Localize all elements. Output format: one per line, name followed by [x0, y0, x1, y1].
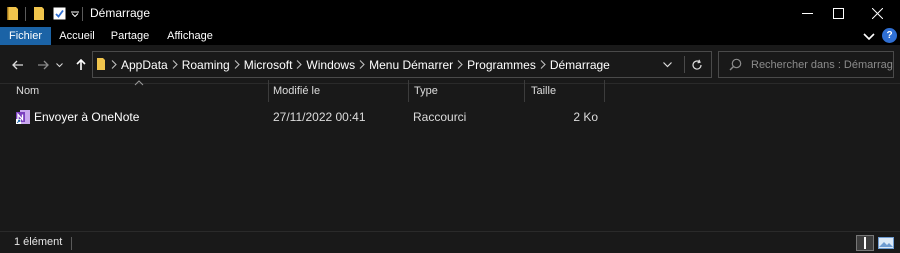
tab-partage[interactable]: Partage — [105, 27, 155, 45]
item-count: 1 élément — [14, 236, 63, 248]
recent-locations-chevron-icon[interactable] — [54, 55, 64, 75]
address-history-chevron-icon[interactable] — [657, 52, 677, 77]
ribbon-expand-icon[interactable] — [863, 30, 875, 44]
breadcrumb-item[interactable]: Roaming — [182, 58, 230, 72]
up-arrow-icon[interactable] — [71, 55, 91, 75]
forward-arrow-icon[interactable] — [33, 55, 53, 75]
status-bar: 1 élément — [0, 231, 900, 253]
breadcrumb-item[interactable]: Menu Démarrer — [369, 58, 453, 72]
folder-icon — [6, 5, 20, 22]
address-bar[interactable]: AppData Roaming Microsoft Windows Menu Démar… — [92, 51, 712, 78]
breadcrumb-chevron-icon[interactable] — [168, 52, 182, 77]
properties-icon[interactable] — [52, 5, 66, 22]
column-divider[interactable] — [524, 80, 525, 102]
tab-affichage[interactable]: Affichage — [160, 27, 220, 45]
file-name: Envoyer à OneNote — [34, 110, 140, 124]
navigation-bar: AppData Roaming Microsoft Windows Menu Démar… — [0, 45, 900, 84]
breadcrumb-item[interactable]: AppData — [121, 58, 168, 72]
breadcrumb-item[interactable]: Démarrage — [550, 58, 610, 72]
onenote-shortcut-icon — [15, 109, 31, 128]
folder-icon — [96, 57, 106, 74]
file-type: Raccourci — [413, 110, 467, 124]
breadcrumb-chevron-icon[interactable] — [107, 52, 121, 77]
ribbon-tabs: Fichier Accueil Partage Affichage ? — [0, 27, 900, 45]
customize-chevron-icon[interactable] — [70, 5, 80, 22]
large-icons-view-button[interactable] — [877, 235, 895, 251]
help-icon[interactable]: ? — [882, 28, 897, 43]
refresh-icon[interactable] — [687, 52, 707, 77]
search-box[interactable] — [718, 51, 894, 78]
breadcrumb-item[interactable]: Windows — [306, 58, 355, 72]
tab-fichier[interactable]: Fichier — [0, 27, 51, 45]
breadcrumb-chevron-icon[interactable] — [453, 52, 467, 77]
breadcrumb-item[interactable]: Programmes — [467, 58, 536, 72]
breadcrumb-chevron-icon[interactable] — [230, 52, 244, 77]
tab-accueil[interactable]: Accueil — [53, 27, 101, 45]
breadcrumb-chevron-icon[interactable] — [355, 52, 369, 77]
search-input[interactable] — [751, 52, 893, 77]
search-icon — [729, 58, 742, 74]
status-separator — [71, 237, 72, 250]
quick-access-separator — [25, 7, 26, 21]
file-row[interactable]: Envoyer à OneNote 27/11/2022 00:41 Racco… — [12, 107, 606, 127]
breadcrumb: AppData Roaming Microsoft Windows Menu Démar… — [107, 52, 610, 77]
new-folder-icon[interactable] — [32, 5, 46, 22]
column-divider[interactable] — [604, 80, 605, 102]
title-separator — [82, 7, 83, 21]
column-header-name[interactable]: Nom — [14, 80, 268, 102]
title-bar: Démarrage — [0, 0, 900, 27]
details-view-button[interactable] — [856, 235, 874, 251]
close-button[interactable] — [854, 0, 900, 27]
column-header-size[interactable]: Taille — [529, 80, 603, 102]
file-modified: 27/11/2022 00:41 — [273, 110, 366, 124]
back-arrow-icon[interactable] — [8, 55, 28, 75]
column-header-type[interactable]: Type — [412, 80, 524, 102]
breadcrumb-chevron-icon[interactable] — [536, 52, 550, 77]
column-header-modified[interactable]: Modifié le — [271, 80, 408, 102]
file-size: 2 Ko — [573, 110, 598, 124]
window-title: Démarrage — [90, 6, 151, 20]
column-divider[interactable] — [408, 80, 409, 102]
breadcrumb-chevron-icon[interactable] — [292, 52, 306, 77]
breadcrumb-item[interactable]: Microsoft — [244, 58, 293, 72]
address-separator — [684, 56, 685, 73]
column-divider[interactable] — [268, 80, 269, 102]
